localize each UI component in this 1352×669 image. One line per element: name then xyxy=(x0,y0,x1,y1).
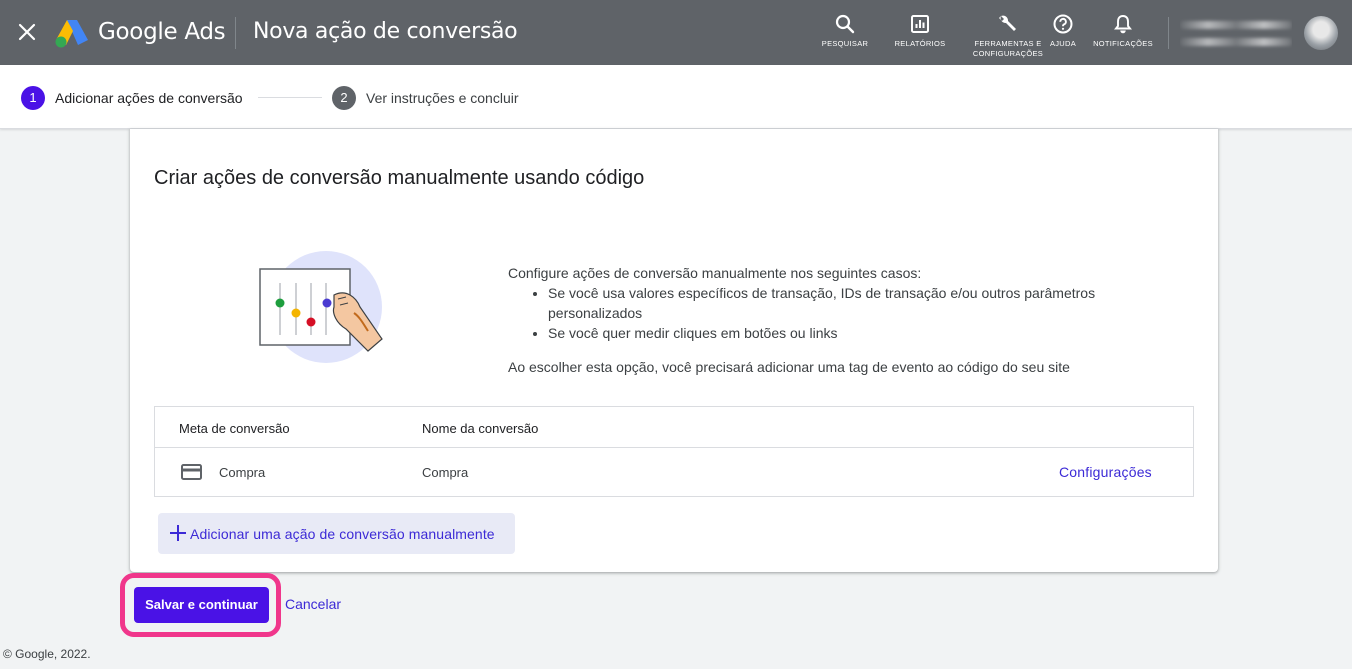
description: Configure ações de conversão manualmente… xyxy=(508,263,1128,377)
reports-icon xyxy=(911,15,929,33)
use-case-item: Se você usa valores específicos de trans… xyxy=(548,283,1128,323)
description-intro: Configure ações de conversão manualmente… xyxy=(508,265,922,281)
account-name-blur xyxy=(1180,21,1292,29)
help-label: AJUDA xyxy=(1049,39,1077,48)
sliders-hand-illustration xyxy=(259,251,383,363)
reports-button[interactable]: RELATÓRIOS xyxy=(893,14,947,49)
avatar[interactable] xyxy=(1304,16,1338,50)
step-2-label: Ver instruções e concluir xyxy=(366,90,519,106)
notifications-button[interactable]: NOTIFICAÇÕES xyxy=(1092,14,1154,49)
cancel-button[interactable]: Cancelar xyxy=(285,596,341,612)
bell-icon xyxy=(1114,15,1132,34)
conversion-table: Meta de conversão Nome da conversão Comp… xyxy=(154,406,1194,497)
row-name: Compra xyxy=(422,465,469,480)
tools-settings-label: FERRAMENTAS E CONFIGURAÇÕES xyxy=(972,39,1044,58)
column-header-goal: Meta de conversão xyxy=(179,421,290,436)
help-button[interactable]: AJUDA xyxy=(1047,14,1079,49)
credit-card-icon xyxy=(181,464,202,480)
step-2-number: 2 xyxy=(332,86,356,110)
page-title: Nova ação de conversão xyxy=(253,19,518,44)
search-icon xyxy=(835,14,855,34)
close-icon[interactable] xyxy=(16,21,38,43)
column-header-name: Nome da conversão xyxy=(422,421,539,436)
plus-icon xyxy=(170,525,186,541)
card-title: Criar ações de conversão manualmente usa… xyxy=(154,167,645,189)
table-header: Meta de conversão Nome da conversão xyxy=(155,407,1193,448)
step-connector xyxy=(258,97,322,98)
help-icon xyxy=(1053,14,1073,34)
settings-link[interactable]: Configurações xyxy=(1059,464,1152,480)
account-divider xyxy=(1168,17,1169,49)
add-manual-conversion-label: Adicionar uma ação de conversão manualme… xyxy=(190,526,495,542)
account-info-blurred[interactable] xyxy=(1180,16,1292,50)
wrench-icon xyxy=(999,15,1016,31)
description-note: Ao escolher esta opção, você precisará a… xyxy=(508,359,1070,375)
step-1-label: Adicionar ações de conversão xyxy=(55,90,243,106)
google-ads-logo xyxy=(55,20,88,48)
top-bar: Google Ads Nova ação de conversão PESQUI… xyxy=(0,0,1352,65)
manual-conversion-card: Criar ações de conversão manualmente usa… xyxy=(130,129,1218,572)
use-case-list: Se você usa valores específicos de trans… xyxy=(548,283,1128,343)
add-manual-conversion-button[interactable]: Adicionar uma ação de conversão manualme… xyxy=(158,513,515,554)
stepper: 1 Adicionar ações de conversão 2 Ver ins… xyxy=(0,65,1352,129)
save-continue-button[interactable]: Salvar e continuar xyxy=(134,587,269,623)
copyright: © Google, 2022. xyxy=(3,647,91,661)
step-1-number: 1 xyxy=(21,86,45,110)
tools-settings-button[interactable]: FERRAMENTAS E CONFIGURAÇÕES xyxy=(971,14,1045,59)
notifications-label: NOTIFICAÇÕES xyxy=(1093,39,1153,48)
reports-label: RELATÓRIOS xyxy=(894,39,946,48)
search-button[interactable]: PESQUISAR xyxy=(821,14,869,49)
row-goal: Compra xyxy=(219,465,266,480)
use-case-item: Se você quer medir cliques em botões ou … xyxy=(548,323,1128,343)
account-id-blur xyxy=(1180,38,1292,46)
search-label: PESQUISAR xyxy=(821,39,869,48)
header-divider xyxy=(235,17,236,49)
brand-name: Google Ads xyxy=(98,19,226,45)
